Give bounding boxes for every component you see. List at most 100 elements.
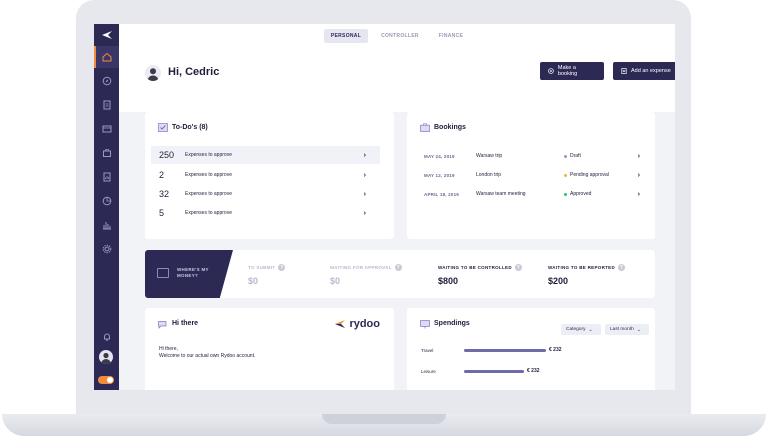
checklist-icon [158,123,168,132]
spending-bar[interactable] [464,349,546,352]
stat-label: TO SUBMIT [248,265,276,270]
todo-count: 5 [159,208,165,218]
todo-count: 32 [159,189,170,199]
chat-icon [158,321,167,329]
sidebar-item-statistics[interactable] [94,214,119,236]
booking-name: Warsaw trip [476,153,503,159]
tab-controller[interactable]: CONTROLLER [374,29,426,43]
booking-row[interactable]: APRIL 18, 2019 Warsaw team meeting Appro… [424,188,646,200]
bookings-card: Bookings MAY 24, 2019 Warsaw trip Draft … [407,112,655,239]
chevron-right-icon: › [363,151,366,159]
help-icon[interactable]: ? [618,264,626,271]
chevron-right-icon: › [637,152,640,160]
chevron-right-icon: › [363,171,366,179]
sidebar-item-settings[interactable] [94,238,119,260]
report-icon [103,172,110,182]
booking-row[interactable]: MAY 24, 2019 Warsaw trip Draft › [424,150,646,162]
booking-name: Warsaw team meeting [476,191,526,197]
todo-row[interactable]: 5 Expenses to approve › [151,204,380,222]
sidebar-item-notifications[interactable] [94,326,119,348]
sidebar-item-trips[interactable] [94,142,119,164]
help-icon[interactable]: ? [278,264,286,271]
sidebar-item-home[interactable] [94,46,119,68]
sidebar-item-explore[interactable] [94,70,119,92]
chevron-right-icon: › [637,171,640,179]
presentation-icon [420,320,430,329]
tab-personal[interactable]: PERSONAL [323,29,369,43]
tab-finance[interactable]: FINANCE [432,29,470,43]
money-status-card: WHERE'S MY MONEY? TO SUBMIT? $0 WAITING … [145,250,655,298]
wallet-icon [102,125,111,133]
booking-date: APRIL 18, 2019 [424,191,459,197]
todo-label: Expenses to approve [185,172,232,178]
briefcase-icon [102,149,111,157]
stat-label: WAITING TO BE CONTROLLED [438,265,512,270]
booking-name: London trip [476,172,502,178]
chevron-right-icon: › [363,190,366,198]
spending-bar[interactable] [464,370,524,373]
todos-card: To-Do's (8) 250 Expenses to approve › 2 … [145,112,394,239]
stat-value: $0 [330,276,341,286]
stat-label: WAITING FOR APPROVAL [330,265,392,270]
todo-row[interactable]: 2 Expenses to approve › [151,166,380,184]
stat-waiting-controlled: WAITING TO BE CONTROLLED? $800 [438,264,522,286]
bell-icon [103,333,110,341]
badge-line2: MONEY? [177,273,199,278]
status-badge: Draft [564,153,581,159]
hi-there-title: Hi there [172,320,199,327]
wheres-my-money-badge[interactable]: WHERE'S MY MONEY? [145,250,233,298]
add-expense-button[interactable]: Add an expense [613,62,675,80]
theme-toggle[interactable] [98,376,114,384]
bookings-title: Bookings [434,124,466,131]
booking-row[interactable]: MAY 12, 2019 London trip Pending approva… [424,169,646,181]
todo-label: Expenses to approve [185,152,232,158]
sidebar-item-documents[interactable] [94,94,119,116]
stat-value: $800 [438,276,459,286]
stat-label: WAITING TO BE REPORTED [548,265,616,270]
chevron-down-icon: ⌄ [588,326,593,333]
sidebar-item-wallet[interactable] [94,118,119,140]
stat-waiting-reported: WAITING TO BE REPORTED? $200 [548,264,626,286]
stat-to-submit: TO SUBMIT? $0 [248,264,286,286]
sidebar-item-analytics[interactable] [94,190,119,212]
todo-count: 250 [159,150,175,160]
booking-date: MAY 24, 2019 [424,153,455,159]
todo-count: 2 [159,170,165,180]
laptop-notch [322,414,446,424]
todos-title: To-Do's (8) [172,124,208,131]
receipt-icon [621,68,627,74]
hi-there-card: Hi there rydoo Hi there, Welcome to our … [145,308,394,390]
help-icon[interactable]: ? [514,264,522,271]
spending-value: € 232 [527,368,540,374]
sidebar-item-reports[interactable] [94,166,119,188]
avatar[interactable] [99,350,113,364]
spending-value: € 232 [549,347,562,353]
spending-label: Leisure [421,369,436,374]
chevron-right-icon: › [637,190,640,198]
spendings-card: Spendings Category ⌄ Last month ⌄ Travel… [407,308,655,390]
make-booking-button[interactable]: Make a booking [540,62,604,80]
category-select[interactable]: Category ⌄ [561,324,601,335]
welcome-message: Hi there, Welcome to our actual own Rydo… [159,346,256,359]
make-booking-label: Make a booking [557,65,578,77]
spendings-title: Spendings [434,320,470,327]
wallet-icon [157,268,169,278]
todo-row[interactable]: 32 Expenses to approve › [151,185,380,203]
suitcase-icon [420,123,430,132]
page-title: Hi, Cedric [168,66,220,78]
spending-label: Travel [421,348,434,353]
stat-value: $200 [548,276,569,286]
gear-icon [102,244,111,254]
status-badge: Approved [564,191,591,197]
chevron-down-icon: ⌄ [636,326,641,333]
rydoo-logo-icon [335,320,346,328]
rydoo-logo-icon[interactable] [94,24,119,46]
booking-date: MAY 12, 2019 [424,172,455,178]
period-select[interactable]: Last month ⌄ [605,324,649,335]
pie-chart-icon [102,196,111,206]
help-icon[interactable]: ? [394,264,402,271]
plus-circle-icon [548,68,554,74]
todo-label: Expenses to approve [185,210,232,216]
todo-row[interactable]: 250 Expenses to approve › [151,146,380,164]
sidebar [94,24,119,390]
